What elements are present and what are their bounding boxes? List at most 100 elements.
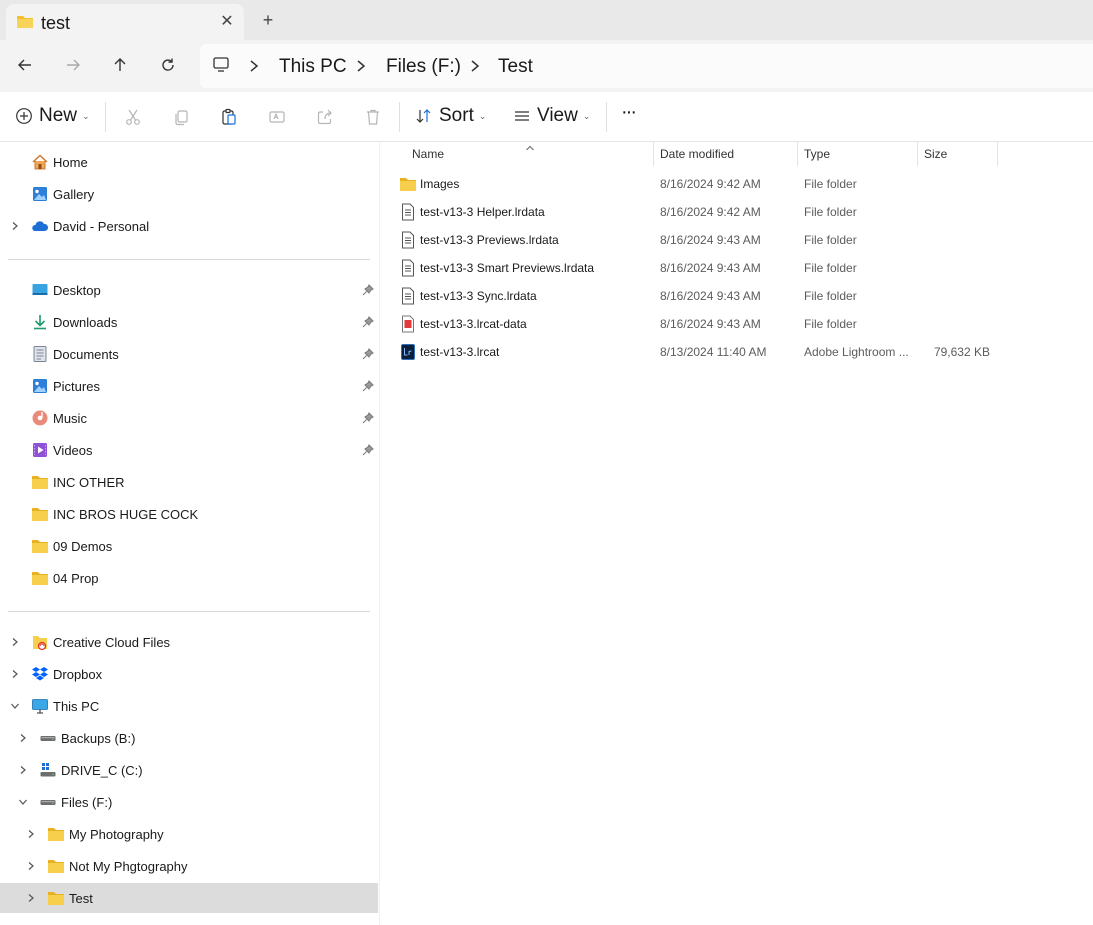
sidebar-item-pictures[interactable]: Pictures <box>0 371 378 401</box>
rename-button[interactable] <box>266 106 288 128</box>
sidebar-item-music[interactable]: Music <box>0 403 378 433</box>
copy-button[interactable] <box>170 106 192 128</box>
sidebar-item-not-my-photography[interactable]: Not My Phgtography <box>0 851 378 881</box>
sidebar-item-inc-bros[interactable]: INC BROS HUGE COCK <box>0 499 378 529</box>
sidebar-item-desktop[interactable]: Desktop <box>0 275 378 305</box>
view-button[interactable]: View ⌄ <box>513 105 590 127</box>
chevron-right-icon[interactable] <box>9 668 21 680</box>
sidebar-item-label: Home <box>53 154 88 170</box>
gallery-icon <box>31 185 49 203</box>
downloads-icon <box>31 313 49 331</box>
chevron-right-icon[interactable] <box>9 636 21 648</box>
sidebar-item-gallery[interactable]: Gallery <box>0 179 378 209</box>
sidebar-item-04-prop[interactable]: 04 Prop <box>0 563 378 593</box>
column-header-label: Date modified <box>660 147 735 161</box>
chevron-right-icon[interactable] <box>25 892 37 904</box>
sidebar-item-label: DRIVE_C (C:) <box>61 762 143 778</box>
sidebar-item-downloads[interactable]: Downloads <box>0 307 378 337</box>
share-button[interactable] <box>314 106 336 128</box>
music-icon <box>31 409 49 427</box>
file-type: Adobe Lightroom ... <box>804 345 909 359</box>
breadcrumb-this-pc[interactable]: This PC <box>279 56 347 78</box>
sidebar-item-drive-c[interactable]: DRIVE_C (C:) <box>0 755 378 785</box>
sort-button[interactable]: Sort ⌄ <box>415 105 486 127</box>
tab-test[interactable]: test ✕ <box>6 4 244 40</box>
new-button[interactable]: New ⌄ <box>15 105 90 127</box>
chevron-right-icon[interactable] <box>17 764 29 776</box>
sidebar-item-creative-cloud[interactable]: Creative Cloud Files <box>0 627 378 657</box>
column-divider[interactable] <box>797 142 798 166</box>
column-header-name[interactable]: Name <box>412 142 652 166</box>
paste-button[interactable] <box>218 106 240 128</box>
sidebar-item-label: Creative Cloud Files <box>53 634 171 650</box>
lrdata-file-icon <box>399 231 417 249</box>
sidebar-item-label: Gallery <box>53 186 95 202</box>
column-header-size[interactable]: Size <box>924 142 996 166</box>
column-header-type[interactable]: Type <box>804 142 916 166</box>
sidebar-item-test[interactable]: Test <box>0 883 378 913</box>
new-tab-button[interactable]: + <box>258 10 278 30</box>
sidebar-item-home[interactable]: Home <box>0 147 378 177</box>
sidebar-item-this-pc[interactable]: This PC <box>0 691 378 721</box>
sidebar-item-my-photography[interactable]: My Photography <box>0 819 378 849</box>
chevron-down-icon: ⌄ <box>478 110 487 121</box>
home-icon <box>31 153 49 171</box>
column-divider[interactable] <box>653 142 654 166</box>
file-date: 8/16/2024 9:42 AM <box>660 177 761 191</box>
chevron-right-icon[interactable] <box>9 220 21 232</box>
file-row[interactable]: test-v13-3 Smart Previews.lrdata 8/16/20… <box>381 254 1093 282</box>
file-row[interactable]: test-v13-3 Helper.lrdata 8/16/2024 9:42 … <box>381 198 1093 226</box>
lrdata-file-icon <box>399 287 417 305</box>
folder-icon <box>16 13 34 34</box>
file-row[interactable]: test-v13-3.lrcat-data 8/16/2024 9:43 AM … <box>381 310 1093 338</box>
sidebar-item-dropbox[interactable]: Dropbox <box>0 659 378 689</box>
sidebar-item-label: Files (F:) <box>61 794 113 810</box>
sidebar-item-label: Test <box>69 890 93 906</box>
delete-button[interactable] <box>362 106 384 128</box>
file-name: test-v13-3.lrcat <box>420 345 500 359</box>
breadcrumb-test[interactable]: Test <box>498 56 533 78</box>
file-date: 8/13/2024 11:40 AM <box>660 345 767 359</box>
pin-icon <box>362 444 374 459</box>
chevron-down-icon: ⌄ <box>82 110 90 121</box>
close-tab-icon[interactable]: ✕ <box>217 11 237 31</box>
documents-icon <box>31 345 49 363</box>
windows-drive-icon <box>39 761 57 779</box>
sidebar-item-backups-b[interactable]: Backups (B:) <box>0 723 378 753</box>
sidebar-item-onedrive[interactable]: David - Personal <box>0 211 378 241</box>
file-row[interactable]: test-v13-3 Sync.lrdata 8/16/2024 9:43 AM… <box>381 282 1093 310</box>
chevron-right-icon[interactable] <box>25 828 37 840</box>
file-type: File folder <box>804 233 857 247</box>
file-row[interactable]: test-v13-3 Previews.lrdata 8/16/2024 9:4… <box>381 226 1093 254</box>
monitor-icon <box>212 55 230 78</box>
up-button[interactable] <box>107 52 133 78</box>
sidebar-item-label: Desktop <box>53 282 101 298</box>
file-name: test-v13-3 Sync.lrdata <box>420 289 537 303</box>
refresh-button[interactable] <box>155 52 181 78</box>
breadcrumb-files-f[interactable]: Files (F:) <box>386 56 461 78</box>
chevron-down-icon[interactable] <box>9 700 21 712</box>
sidebar-item-inc-other[interactable]: INC OTHER <box>0 467 378 497</box>
column-header-label: Type <box>804 147 831 161</box>
file-row[interactable]: test-v13-3.lrcat 8/13/2024 11:40 AM Adob… <box>381 338 1093 366</box>
folder-icon <box>31 505 49 523</box>
column-divider[interactable] <box>917 142 918 166</box>
arrow-left-icon <box>18 59 31 71</box>
forward-button[interactable] <box>60 52 86 78</box>
column-header-label: Name <box>412 147 445 161</box>
column-header-date[interactable]: Date modified <box>660 142 796 166</box>
chevron-down-icon[interactable] <box>17 796 29 808</box>
sidebar-item-documents[interactable]: Documents <box>0 339 378 369</box>
file-row[interactable]: Images 8/16/2024 9:42 AM File folder <box>381 170 1093 198</box>
chevron-right-icon[interactable] <box>17 732 29 744</box>
chevron-right-icon[interactable] <box>25 860 37 872</box>
column-divider[interactable] <box>997 142 998 166</box>
address-bar[interactable]: This PC Files (F:) Test <box>200 44 1093 88</box>
file-list: Name Date modified Type Size Images 8/16… <box>381 142 1093 925</box>
sidebar-item-09-demos[interactable]: 09 Demos <box>0 531 378 561</box>
sidebar-item-videos[interactable]: Videos <box>0 435 378 465</box>
more-options-button[interactable]: ··· <box>621 101 637 124</box>
sidebar-item-files-f[interactable]: Files (F:) <box>0 787 378 817</box>
cut-button[interactable] <box>122 106 144 128</box>
back-button[interactable] <box>12 52 38 78</box>
